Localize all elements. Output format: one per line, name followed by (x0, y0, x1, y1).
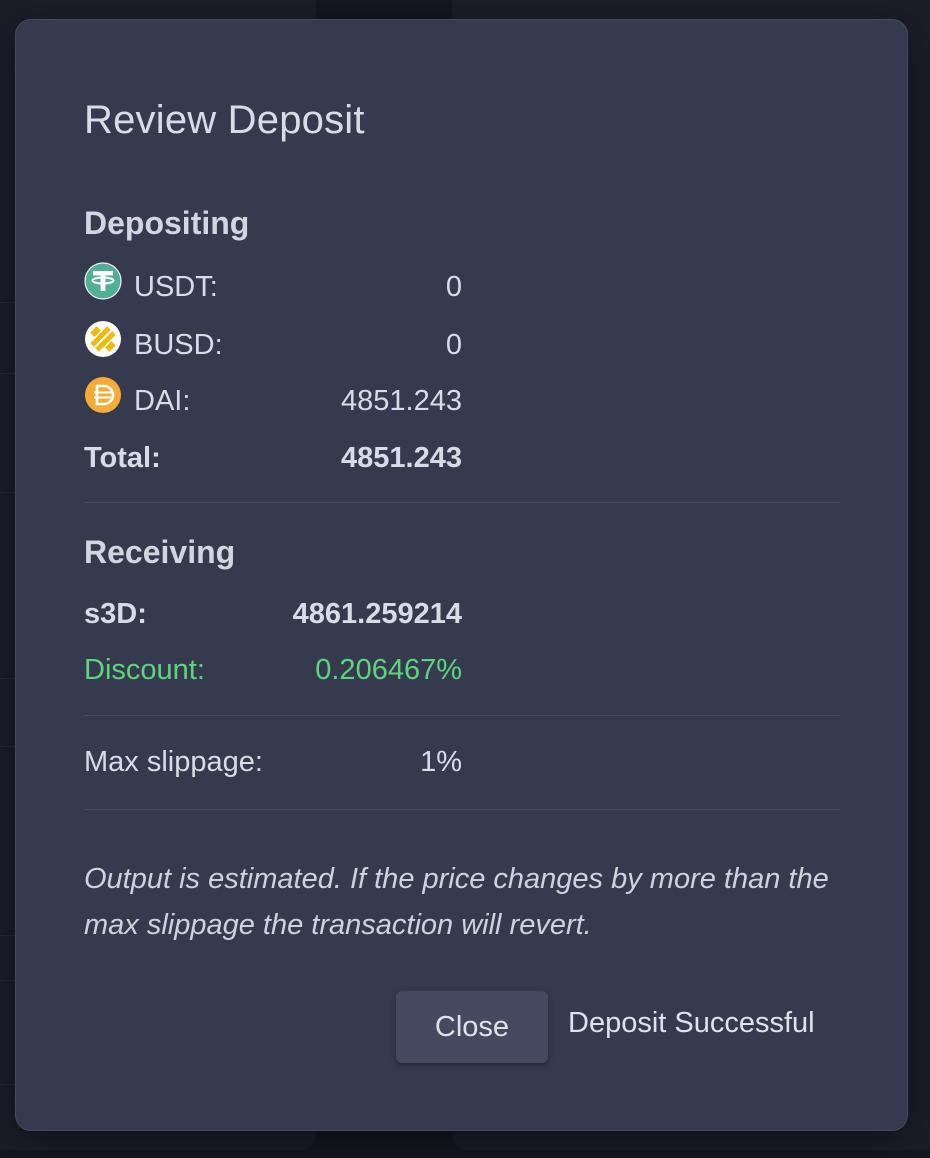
background-divider (0, 678, 16, 679)
dai-icon (85, 377, 121, 413)
discount-row: Discount: 0.206467% (84, 650, 462, 690)
total-value: 4851.243 (341, 441, 462, 474)
deposit-row-usdt: USDT: 0 (84, 262, 462, 307)
receive-token-value: 4861.259214 (292, 597, 462, 630)
background-divider (0, 492, 16, 493)
token-symbol: DAI: (134, 384, 191, 417)
total-label: Total: (84, 441, 161, 474)
receiving-heading: Receiving (84, 534, 236, 570)
token-amount: 0 (445, 328, 462, 361)
token-amount: 4851.243 (341, 384, 462, 417)
busd-icon (85, 321, 121, 357)
section-divider (84, 809, 840, 810)
deposit-status-text: Deposit Successful (568, 1007, 815, 1039)
section-divider (84, 502, 840, 503)
discount-label: Discount: (84, 653, 205, 686)
deposit-row-busd: BUSD: 0 (84, 321, 462, 365)
deposit-label-busd: BUSD: (84, 321, 446, 362)
deposit-row-dai: DAI: 4851.243 (84, 377, 462, 421)
background-divider (0, 935, 16, 936)
estimate-note: Output is estimated. If the price change… (84, 863, 829, 941)
receive-token-row: s3D: 4861.259214 (84, 594, 462, 634)
deposit-total-row: Total: 4851.243 (84, 438, 462, 478)
background-divider (0, 980, 16, 981)
depositing-heading: Depositing (84, 205, 250, 241)
section-divider (84, 715, 840, 716)
deposit-label-usdt: USDT: (84, 262, 446, 304)
token-symbol: USDT: (134, 270, 218, 303)
modal-title: Review Deposit (84, 98, 365, 142)
token-amount: 0 (445, 270, 462, 303)
background-divider (0, 373, 16, 374)
max-slippage-label: Max slippage: (84, 745, 263, 778)
token-symbol: BUSD: (134, 328, 223, 361)
deposit-label-dai: DAI: (84, 377, 341, 418)
discount-value: 0.206467% (315, 653, 462, 686)
close-button[interactable]: Close (396, 991, 548, 1063)
usdt-icon (84, 262, 122, 300)
background-divider (0, 302, 16, 303)
background-divider (0, 746, 16, 747)
receive-token-label: s3D: (84, 597, 147, 630)
max-slippage-value: 1% (420, 745, 462, 778)
review-deposit-modal: Review Deposit Depositing USDT: 0 BUSD: … (15, 19, 908, 1131)
background-divider (0, 1084, 16, 1085)
max-slippage-row: Max slippage: 1% (84, 742, 462, 782)
